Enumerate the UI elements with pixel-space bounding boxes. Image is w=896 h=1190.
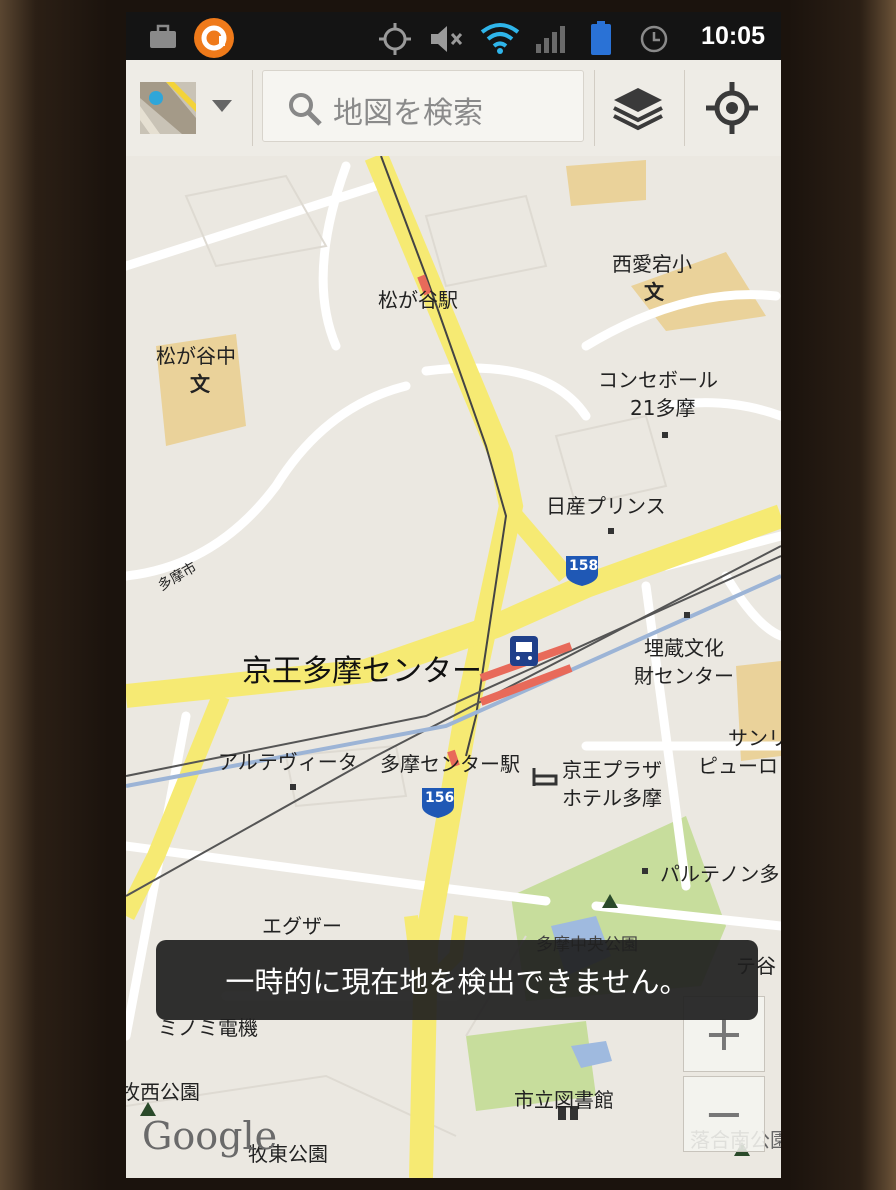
status-clock: 10:05 xyxy=(701,22,765,50)
map-label-matsugaya-junior: 松が谷中 xyxy=(156,344,236,368)
map-label-sanrio: サンリ xyxy=(728,726,781,750)
device-screen: 10:05 地図を検索 松が谷駅 西愛宕小 文 松が谷中 文 コンセボール 21… xyxy=(126,12,781,1178)
status-bar: 10:05 xyxy=(126,12,781,60)
app-menu-button[interactable] xyxy=(136,78,246,138)
wifi-icon xyxy=(480,23,520,54)
layers-button[interactable] xyxy=(610,80,666,136)
search-placeholder: 地図を検索 xyxy=(333,96,483,131)
toolbar-divider xyxy=(684,70,685,146)
zoom-controls: + − xyxy=(683,996,765,1156)
toast-message: 一時的に現在地を検出できません。 xyxy=(156,940,758,1020)
map-label-parthenon: パルテノン多 xyxy=(660,862,780,886)
route-156-label: 156 xyxy=(425,790,455,806)
maps-app-icon xyxy=(140,82,232,134)
battery-icon xyxy=(591,21,611,55)
toolbar-divider xyxy=(594,70,595,146)
train-station-icon xyxy=(510,636,538,666)
map-label-nishi-aitaka: 西愛宕小 xyxy=(612,252,692,276)
alarm-icon xyxy=(640,25,668,53)
map-label-consebord: コンセボール xyxy=(598,368,718,392)
mute-icon xyxy=(431,26,463,52)
map-label-keio-plaza: 京王プラザ xyxy=(562,758,662,782)
map-label-tama-center-station: 多摩センター駅 xyxy=(380,752,520,776)
maps-toolbar: 地図を検索 xyxy=(126,60,781,157)
search-box[interactable]: 地図を検索 xyxy=(262,70,584,142)
map-label-nissan-prince: 日産プリンス xyxy=(546,494,666,518)
zoom-out-button[interactable]: − xyxy=(683,1076,765,1152)
map-label-keio-plaza: ホテル多摩 xyxy=(562,786,662,810)
layers-icon xyxy=(613,88,663,131)
map-label-nishi-park: 牧西公園 xyxy=(126,1080,200,1104)
map-label-keio-tama-center: 京王多摩センター xyxy=(242,654,482,689)
app-notification-icon xyxy=(194,18,234,58)
school-symbol: 文 xyxy=(644,280,664,304)
my-location-button[interactable] xyxy=(704,80,760,136)
briefcase-icon xyxy=(150,24,176,48)
map-label-consebord: 21多摩 xyxy=(630,396,696,420)
map-label-library: 市立図書館 xyxy=(514,1088,614,1112)
google-watermark: Google xyxy=(142,1114,278,1158)
toolbar-divider xyxy=(252,70,253,146)
building-area xyxy=(566,160,646,206)
map-label-sanrio: ピューロ xyxy=(698,754,778,778)
map-label-alteviata: アルテヴィータ xyxy=(218,750,358,774)
gps-icon xyxy=(379,23,411,55)
map-label-egza: エグザー xyxy=(262,914,342,938)
my-location-icon xyxy=(706,82,758,134)
signal-icon xyxy=(536,26,565,53)
map-label-matsugaya-station: 松が谷駅 xyxy=(378,288,458,312)
search-icon xyxy=(289,93,322,126)
route-158-label: 158 xyxy=(569,558,599,574)
map-label-maizo: 埋蔵文化 xyxy=(644,636,724,660)
map-label-maizo: 財センター xyxy=(634,664,734,688)
school-symbol: 文 xyxy=(190,372,210,396)
